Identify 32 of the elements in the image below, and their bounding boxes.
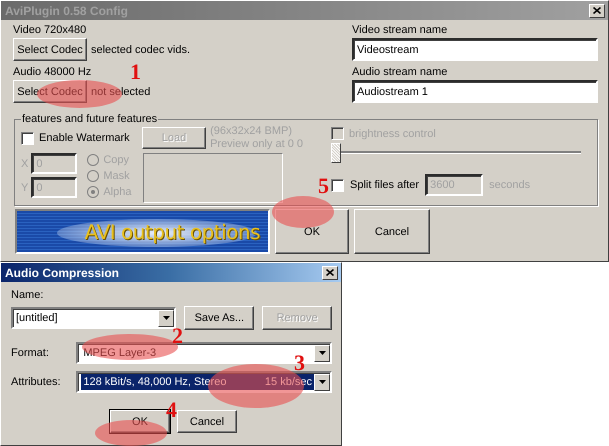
- field-label: Name:: [11, 288, 44, 303]
- ok-button[interactable]: OK: [275, 209, 349, 254]
- cancel-button[interactable]: Cancel: [177, 410, 237, 433]
- save-as-button[interactable]: Save As...: [184, 306, 254, 330]
- stream-info: Audio 48000 Hz: [13, 65, 92, 80]
- input-field[interactable]: Audiostream 1: [352, 80, 598, 103]
- field-label: Audio stream name: [352, 65, 448, 80]
- select-codec-button[interactable]: Select Codec: [13, 38, 87, 61]
- codec-status: selected codec vids.: [91, 44, 190, 56]
- select-codec-button[interactable]: Select Codec: [13, 80, 87, 103]
- stream-info: Video 720x480: [13, 23, 86, 38]
- window-title: Audio Compression: [5, 266, 120, 280]
- codec-status: not selected: [91, 86, 150, 98]
- caret-icon[interactable]: [162, 316, 170, 320]
- input-field[interactable]: Videostream: [352, 38, 598, 61]
- banner-text: AVI output options: [84, 220, 260, 244]
- caret-icon[interactable]: [318, 351, 326, 355]
- cancel-button[interactable]: Cancel: [354, 209, 430, 254]
- highlight-ellipse: [272, 196, 334, 228]
- field-label: Format:: [11, 347, 50, 359]
- checkbox-label: Enable Watermark: [39, 132, 130, 144]
- annotation-number: 1: [130, 62, 141, 82]
- checkbox[interactable]: [21, 132, 34, 144]
- checkbox-label: Split files after: [350, 179, 420, 191]
- close-icon[interactable]: [326, 269, 334, 276]
- dropdown[interactable]: [untitled]: [11, 307, 176, 329]
- caret-icon[interactable]: [318, 380, 326, 384]
- close-icon[interactable]: [593, 7, 601, 14]
- field-label: Attributes:: [11, 376, 62, 388]
- group-label: features and future features: [21, 113, 158, 125]
- field-label: Video stream name: [352, 23, 448, 38]
- annotation-number: 5: [318, 176, 329, 196]
